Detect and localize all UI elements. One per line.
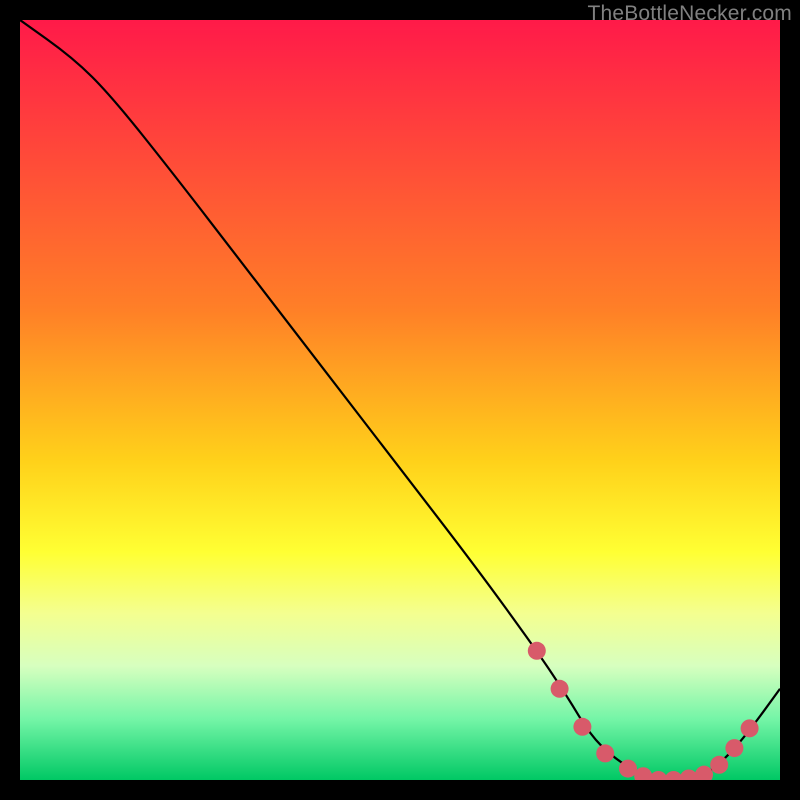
marker-dot [528, 642, 546, 660]
chart-frame: TheBottleNecker.com [0, 0, 800, 800]
gradient-background [20, 20, 780, 780]
marker-dot [725, 739, 743, 757]
marker-dot [710, 756, 728, 774]
marker-dot [596, 744, 614, 762]
chart-svg [20, 20, 780, 780]
chart-plot [20, 20, 780, 780]
marker-dot [551, 680, 569, 698]
marker-dot [573, 718, 591, 736]
marker-dot [741, 719, 759, 737]
